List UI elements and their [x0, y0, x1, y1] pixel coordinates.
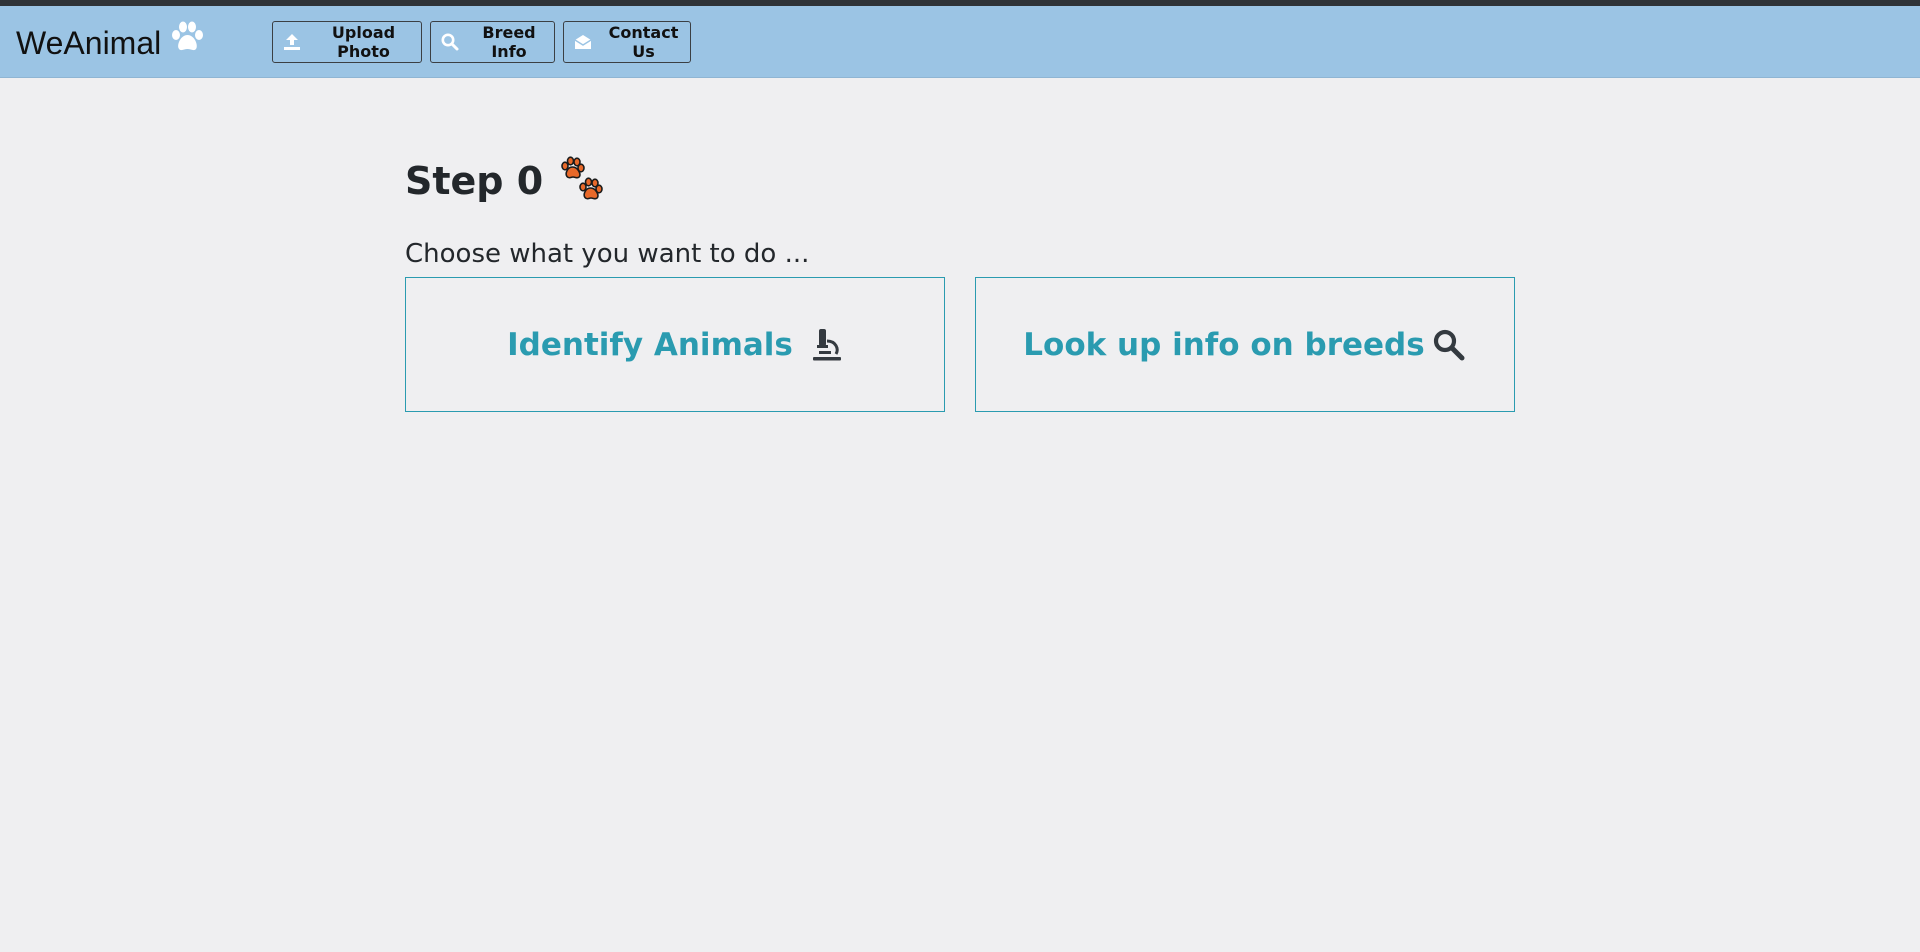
contact-us-label: Contact Us: [608, 23, 679, 61]
envelope-icon: [573, 32, 593, 52]
identify-animals-card[interactable]: Identify Animals: [405, 277, 945, 412]
paw-prints-icon: [557, 156, 607, 206]
contact-us-button[interactable]: Contact Us: [563, 21, 691, 63]
step-title-text: Step 0: [405, 159, 544, 203]
navbar: WeAnimal Upload Photo Breed Info Contact…: [0, 6, 1920, 78]
upload-icon: [282, 32, 302, 52]
identify-animals-label: Identify Animals: [507, 326, 793, 363]
upload-photo-label: Upload Photo: [331, 23, 396, 61]
paw-icon: [169, 20, 205, 65]
search-icon: [440, 32, 460, 52]
page-title: Step 0: [405, 155, 607, 207]
breed-info-button[interactable]: Breed Info: [430, 21, 555, 63]
breed-info-label: Breed Info: [482, 23, 536, 61]
lookup-breeds-card[interactable]: Look up info on breeds: [975, 277, 1515, 412]
search-icon: [1431, 327, 1467, 363]
microscope-icon: [809, 327, 843, 363]
step-subtitle: Choose what you want to do ...: [405, 239, 810, 269]
brand-name: WeAnimal: [16, 24, 162, 61]
upload-photo-button[interactable]: Upload Photo: [272, 21, 422, 63]
brand[interactable]: WeAnimal: [16, 20, 205, 65]
lookup-breeds-label: Look up info on breeds: [1023, 326, 1425, 363]
